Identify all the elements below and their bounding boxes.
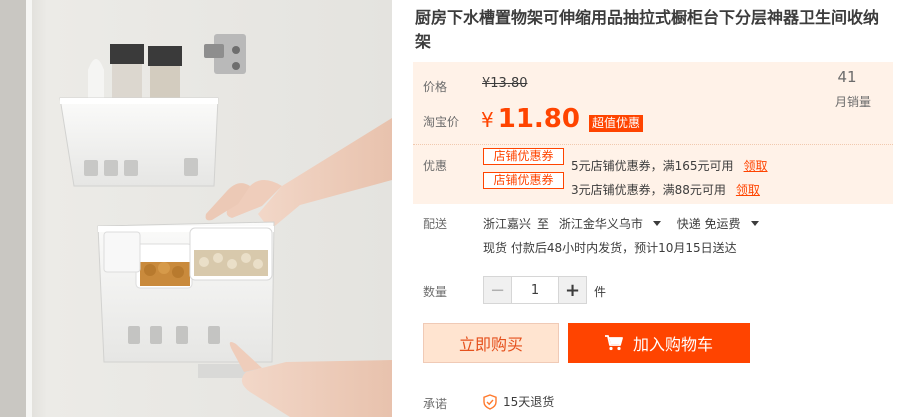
delivery-eta: 现货 付款后48小时内发货，预计10月15日送达 [483,241,737,255]
increase-quantity-button[interactable]: + [559,277,586,303]
claim-coupon-link[interactable]: 领取 [736,183,760,197]
buy-now-label: 立即购买 [458,335,523,354]
shipping-method-selector[interactable]: 快递 免运费 [677,217,759,231]
coupon-item: 3元店铺优惠券，满88元可用 领取 [571,181,760,198]
quantity-unit: 件 [594,285,607,299]
coupon-panel: 优惠 店铺优惠券 5元店铺优惠券，满165元可用 领取 店铺优惠券 3元店铺优惠券… [413,144,893,204]
coupon-label: 优惠 [423,159,448,173]
coupon-text: 3元店铺优惠券，满88元可用 [571,183,726,197]
price-label: 价格 [423,80,448,94]
chevron-down-icon [652,221,661,226]
coupon-item: 5元店铺优惠券，满165元可用 领取 [571,157,768,174]
product-info: 厨房下水槽置物架可伸缩用品抽拉式橱柜台下分层神器卫生间收纳架 价格 ¥13.80… [413,0,893,417]
quantity-label: 数量 [423,285,448,299]
quantity-stepper: − + [483,276,587,304]
product-title: 厨房下水槽置物架可伸缩用品抽拉式橱柜台下分层神器卫生间收纳架 [415,8,880,51]
value-badge: 超值优惠 [589,115,644,132]
shield-icon [483,393,497,410]
promo-price-label: 淘宝价 [423,115,460,129]
monthly-sales-count: 41 [837,68,857,86]
ship-from: 浙江嘉兴 [483,217,532,231]
decrease-quantity-button[interactable]: − [484,277,511,303]
price-panel: 价格 ¥13.80 淘宝价 ¥11.80 超值优惠 41 月销量 [413,62,893,144]
shipping-method-value: 快递 免运费 [676,217,741,231]
ship-to-selector[interactable]: 浙江金华义乌市 [559,217,661,231]
monthly-sales-label: 月销量 [834,95,871,109]
coupon-text: 5元店铺优惠券，满165元可用 [571,159,734,173]
delivery-row: 浙江嘉兴至 浙江金华义乌市 快递 免运费 [483,215,765,232]
buy-now-button[interactable]: 立即购买 [423,323,559,363]
claim-coupon-link[interactable]: 领取 [744,159,768,173]
cart-icon [604,335,623,351]
chevron-down-icon [750,221,759,226]
promo-price-amount: 11.80 [497,104,580,134]
coupon-tag: 店铺优惠券 [483,172,564,189]
promise-label: 承诺 [423,397,448,411]
ship-to-value: 浙江金华义乌市 [558,217,643,231]
currency-symbol: ¥ [481,108,494,132]
add-to-cart-button[interactable]: 加入购物车 [568,323,750,363]
ship-to-prefix: 至 [537,217,550,231]
product-image[interactable] [0,0,392,417]
coupon-tag: 店铺优惠券 [483,148,564,165]
quantity-input[interactable] [511,277,559,303]
promise-item[interactable]: 15天退货 [483,393,554,410]
promise-text: 15天退货 [503,395,555,409]
promo-price: ¥11.80 [481,104,580,134]
add-to-cart-label: 加入购物车 [632,335,713,354]
original-price: ¥13.80 [482,76,528,91]
delivery-label: 配送 [423,217,448,231]
